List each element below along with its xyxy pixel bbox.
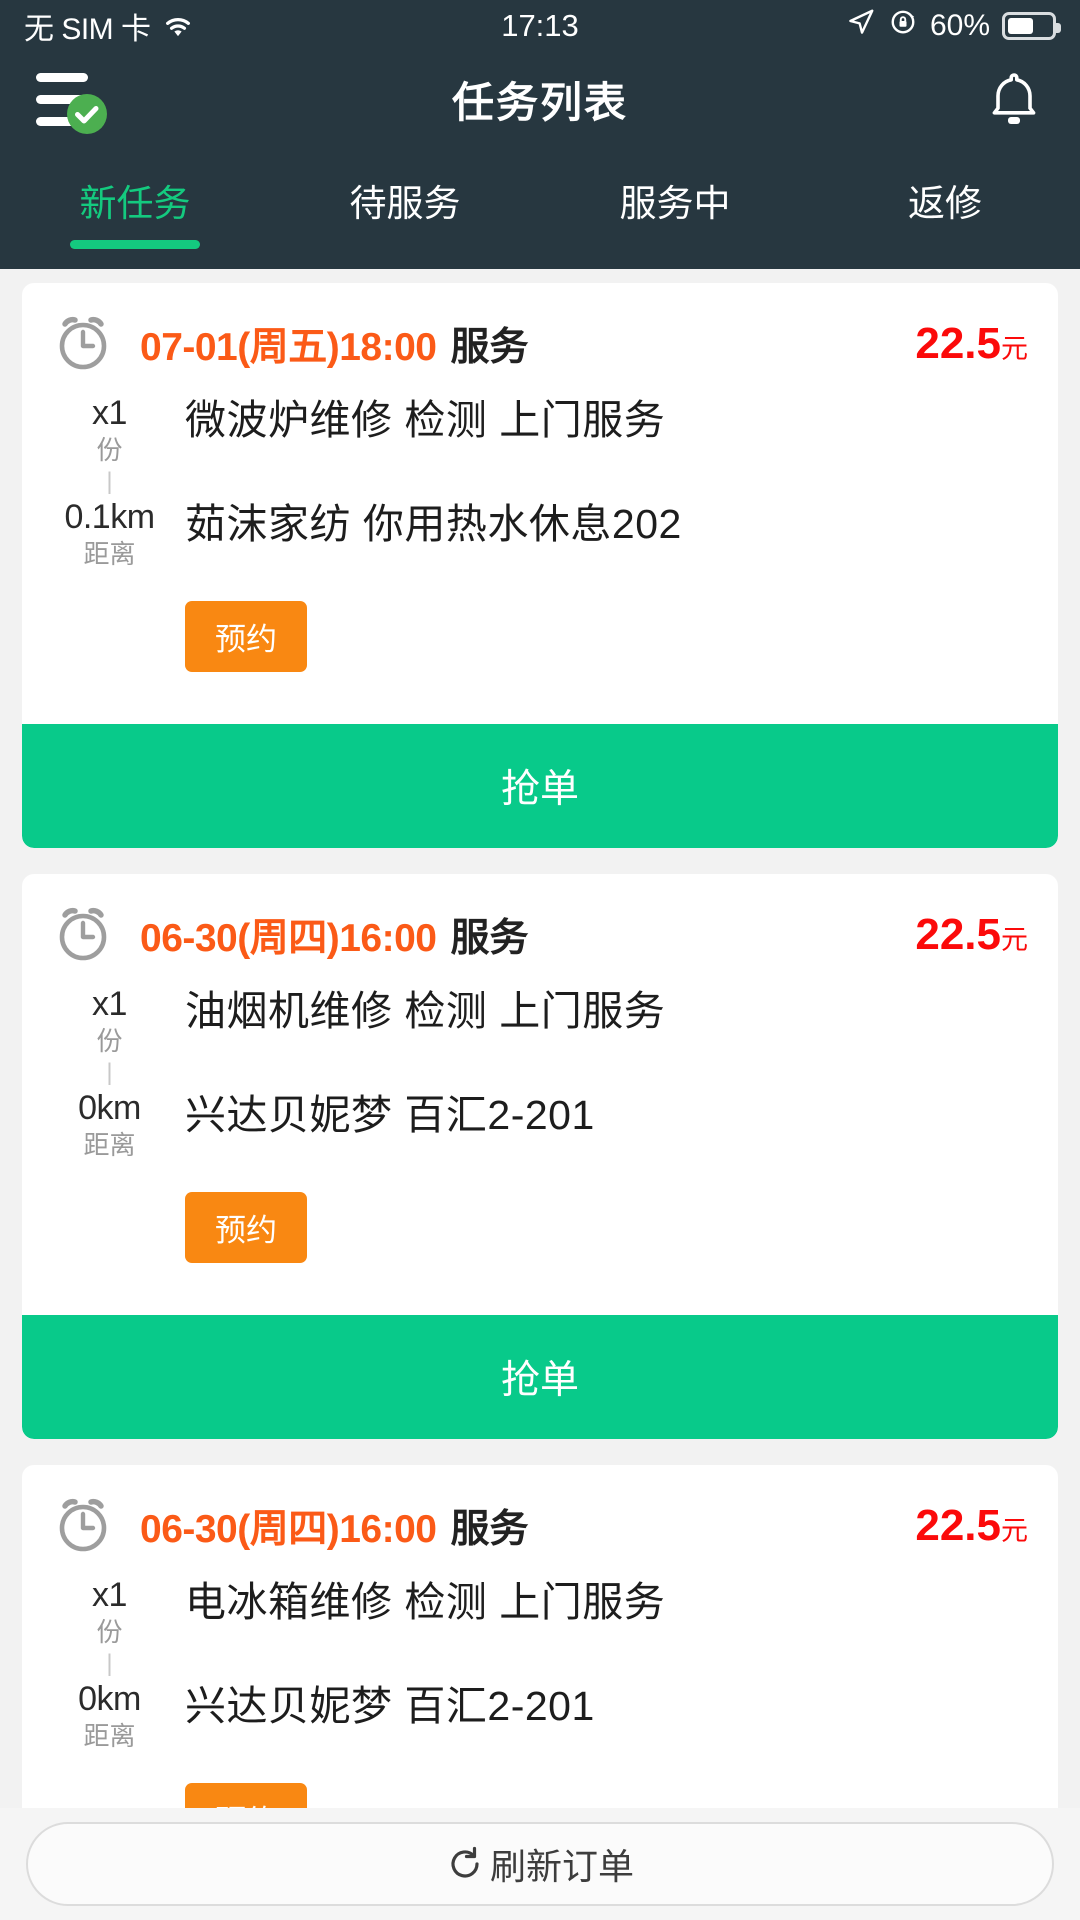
order-service-row: x1 份 电冰箱维修 检测 上门服务: [52, 1575, 1028, 1649]
order-service-row: x1 份 油烟机维修 检测 上门服务: [52, 984, 1028, 1058]
status-bar: 无 SIM 卡 17:13 60%: [0, 0, 1080, 52]
order-service-time-suffix: 服务: [450, 1508, 529, 1551]
order-quantity-value: x1: [92, 1576, 127, 1614]
status-badge[interactable]: 预约: [185, 1192, 307, 1263]
order-distance-unit: 距离: [83, 539, 136, 569]
order-address: 兴达贝妮梦 百汇2-201: [185, 1092, 595, 1138]
app-root: 无 SIM 卡 17:13 60% 任务列表 新任务 待服务 服务中 返修 07…: [0, 0, 1080, 1920]
order-address-row: 0km 距离 兴达贝妮梦 百汇2-201: [52, 1088, 1028, 1162]
battery-percent-label: 60%: [929, 9, 990, 42]
grab-order-button[interactable]: 抢单: [22, 1315, 1058, 1439]
order-row-connector: |: [106, 468, 113, 495]
order-service-time-suffix: 服务: [450, 326, 529, 369]
battery-icon: [1002, 12, 1061, 40]
location-arrow-icon: [846, 7, 876, 45]
tab-in-service[interactable]: 服务中: [540, 173, 810, 249]
order-time-row: 07-01(周五)18:00 服务 22.5元: [52, 313, 1028, 375]
battery-fill: [1008, 18, 1034, 34]
order-address: 茹沫家纺 你用热水休息202: [185, 501, 682, 547]
order-service-name: 微波炉维修 检测 上门服务: [185, 397, 666, 443]
order-time-row: 06-30(周四)16:00 服务 22.5元: [52, 1495, 1028, 1557]
rotation-lock-icon: [888, 7, 918, 45]
order-price-value: 22.5: [915, 1501, 1001, 1550]
order-service-time: 07-01(周五)18:00: [140, 326, 437, 369]
alarm-clock-icon: [52, 1495, 114, 1557]
refresh-bar: 刷新订单: [0, 1808, 1080, 1920]
order-address: 兴达贝妮梦 百汇2-201: [185, 1683, 595, 1729]
app-header: 任务列表: [0, 52, 1080, 147]
alarm-clock-icon: [52, 904, 114, 966]
order-distance-value: 0.1km: [64, 498, 155, 536]
order-quantity-unit: 份: [96, 435, 123, 465]
grab-order-button[interactable]: 抢单: [22, 724, 1058, 848]
tab-pending-service[interactable]: 待服务: [270, 173, 540, 249]
order-service-row: x1 份 微波炉维修 检测 上门服务: [52, 393, 1028, 467]
order-quantity-unit: 份: [96, 1617, 123, 1647]
order-quantity: x1 份: [52, 984, 167, 1058]
order-quantity: x1 份: [52, 393, 167, 467]
wifi-icon: [161, 12, 195, 40]
order-price: 22.5元: [915, 910, 1028, 960]
order-quantity-value: x1: [92, 985, 127, 1023]
order-row-connector: |: [106, 1059, 113, 1086]
order-distance-value: 0km: [78, 1680, 141, 1718]
order-card-body: 07-01(周五)18:00 服务 22.5元 x1 份 微波炉维修 检测 上门…: [22, 283, 1058, 698]
order-distance: 0km 距离: [52, 1088, 167, 1162]
status-bar-left: 无 SIM 卡: [24, 4, 195, 48]
order-price-unit: 元: [1001, 1516, 1028, 1546]
order-address-row: 0km 距离 兴达贝妮梦 百汇2-201: [52, 1679, 1028, 1753]
order-price-unit: 元: [1001, 925, 1028, 955]
page-title: 任务列表: [451, 79, 628, 126]
refresh-label: 刷新订单: [489, 1846, 634, 1887]
order-service-name: 电冰箱维修 检测 上门服务: [185, 1579, 666, 1625]
order-price-value: 22.5: [915, 910, 1001, 959]
order-card[interactable]: 07-01(周五)18:00 服务 22.5元 x1 份 微波炉维修 检测 上门…: [22, 283, 1058, 848]
hamburger-menu-icon[interactable]: [30, 66, 116, 134]
order-quantity-unit: 份: [96, 1026, 123, 1056]
refresh-orders-button[interactable]: 刷新订单: [26, 1822, 1054, 1906]
bell-icon[interactable]: [986, 69, 1042, 131]
refresh-icon: [446, 1845, 484, 1883]
order-distance: 0.1km 距离: [52, 497, 167, 571]
order-badge-wrap: 预约: [52, 601, 1028, 672]
order-service-name: 油烟机维修 检测 上门服务: [185, 988, 666, 1034]
order-service-time: 06-30(周四)16:00: [140, 1508, 437, 1551]
order-badge-wrap: 预约: [52, 1192, 1028, 1263]
tab-new-tasks[interactable]: 新任务: [0, 173, 270, 249]
order-service-time: 06-30(周四)16:00: [140, 917, 437, 960]
order-address-row: 0.1km 距离 茹沫家纺 你用热水休息202: [52, 497, 1028, 571]
order-quantity-value: x1: [92, 394, 127, 432]
order-price: 22.5元: [915, 1501, 1028, 1551]
order-card-body: 06-30(周四)16:00 服务 22.5元 x1 份 油烟机维修 检测 上门…: [22, 874, 1058, 1289]
status-badge[interactable]: 预约: [185, 601, 307, 672]
order-distance: 0km 距离: [52, 1679, 167, 1753]
alarm-clock-icon: [52, 313, 114, 375]
order-card[interactable]: 06-30(周四)16:00 服务 22.5元 x1 份 油烟机维修 检测 上门…: [22, 874, 1058, 1439]
order-price-value: 22.5: [915, 319, 1001, 368]
order-quantity: x1 份: [52, 1575, 167, 1649]
tab-bar: 新任务 待服务 服务中 返修: [0, 147, 1080, 269]
order-price: 22.5元: [915, 319, 1028, 369]
order-distance-value: 0km: [78, 1089, 141, 1127]
carrier-label: 无 SIM 卡: [24, 13, 151, 46]
status-bar-right: 60%: [846, 7, 1061, 45]
order-distance-unit: 距离: [83, 1721, 136, 1751]
order-time-row: 06-30(周四)16:00 服务 22.5元: [52, 904, 1028, 966]
order-distance-unit: 距离: [83, 1130, 136, 1160]
tab-rework[interactable]: 返修: [810, 173, 1080, 249]
order-row-connector: |: [106, 1650, 113, 1677]
order-list[interactable]: 07-01(周五)18:00 服务 22.5元 x1 份 微波炉维修 检测 上门…: [0, 269, 1080, 1920]
order-price-unit: 元: [1001, 334, 1028, 364]
order-service-time-suffix: 服务: [450, 917, 529, 960]
